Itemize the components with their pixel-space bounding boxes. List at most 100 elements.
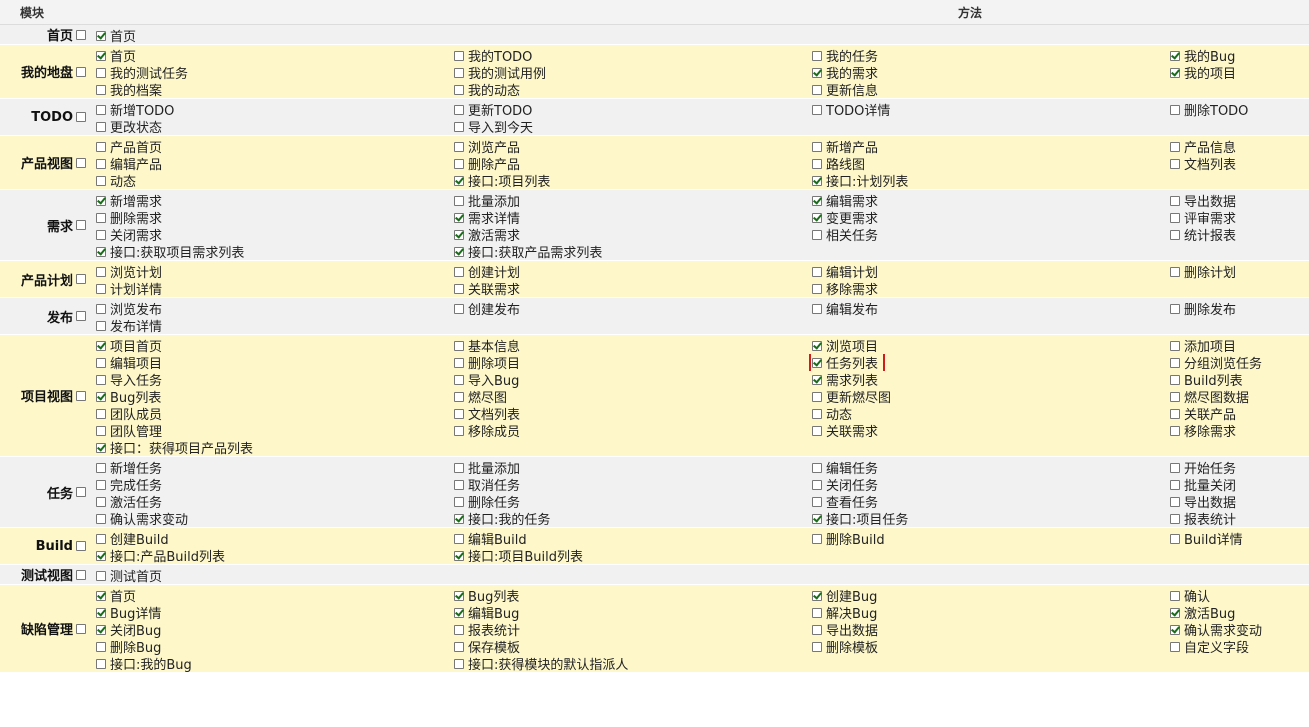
method-item[interactable]: TODO详情 <box>808 101 1166 118</box>
method-checkbox[interactable] <box>1170 104 1180 115</box>
method-item[interactable]: 导出数据 <box>1166 493 1309 510</box>
method-item[interactable]: 移除需求 <box>1166 422 1309 439</box>
method-checkbox[interactable] <box>454 624 464 635</box>
method-checkbox[interactable] <box>1170 462 1180 473</box>
method-item[interactable]: 解决Bug <box>808 604 1166 621</box>
method-checkbox[interactable] <box>96 104 106 115</box>
method-item[interactable]: 移除成员 <box>450 422 808 439</box>
method-checkbox[interactable] <box>1170 340 1180 351</box>
method-item[interactable]: 我的测试用例 <box>450 64 808 81</box>
method-item[interactable]: 团队管理 <box>92 422 450 439</box>
method-checkbox[interactable] <box>454 175 464 186</box>
method-item[interactable]: 浏览产品 <box>450 138 808 155</box>
method-item[interactable]: 取消任务 <box>450 476 808 493</box>
method-checkbox[interactable] <box>1170 479 1180 490</box>
method-checkbox[interactable] <box>96 175 106 186</box>
method-checkbox[interactable] <box>1170 229 1180 240</box>
method-checkbox[interactable] <box>1170 641 1180 652</box>
method-item[interactable]: 添加项目 <box>1166 337 1309 354</box>
method-item[interactable]: 基本信息 <box>450 337 808 354</box>
method-checkbox[interactable] <box>1170 212 1180 223</box>
method-checkbox[interactable] <box>96 550 106 561</box>
method-checkbox[interactable] <box>96 624 106 635</box>
method-item[interactable]: 编辑发布 <box>808 300 1166 317</box>
method-item[interactable]: 激活Bug <box>1166 604 1309 621</box>
method-checkbox[interactable] <box>1170 607 1180 618</box>
method-item[interactable]: 新增TODO <box>92 101 450 118</box>
method-item[interactable]: 接口:我的Bug <box>92 655 450 672</box>
method-item[interactable]: 接口:产品Build列表 <box>92 547 450 564</box>
method-item[interactable]: 接口:获得模块的默认指派人 <box>450 655 808 672</box>
method-checkbox[interactable] <box>96 533 106 544</box>
method-item[interactable]: 我的档案 <box>92 81 450 98</box>
method-checkbox[interactable] <box>812 533 822 544</box>
method-item[interactable]: 激活任务 <box>92 493 450 510</box>
method-item[interactable]: 删除TODO <box>1166 101 1309 118</box>
method-item[interactable]: 导入Bug <box>450 371 808 388</box>
method-item[interactable]: 需求列表 <box>808 371 1166 388</box>
method-item[interactable]: 开始任务 <box>1166 459 1309 476</box>
method-item[interactable]: 变更需求 <box>808 209 1166 226</box>
method-item[interactable]: 删除Build <box>808 530 1166 547</box>
method-item[interactable]: 自定义字段 <box>1166 638 1309 655</box>
method-item[interactable]: 导出数据 <box>1166 192 1309 209</box>
method-checkbox[interactable] <box>96 442 106 453</box>
method-checkbox[interactable] <box>454 340 464 351</box>
method-item[interactable]: 路线图 <box>808 155 1166 172</box>
method-checkbox[interactable] <box>454 479 464 490</box>
method-item[interactable]: 更新信息 <box>808 81 1166 98</box>
method-checkbox[interactable] <box>812 229 822 240</box>
method-item[interactable]: 批量添加 <box>450 459 808 476</box>
module-checkbox[interactable] <box>76 274 86 284</box>
method-item[interactable]: 激活需求 <box>450 226 808 243</box>
method-checkbox[interactable] <box>454 357 464 368</box>
method-item[interactable]: 产品首页 <box>92 138 450 155</box>
method-item[interactable]: 发布详情 <box>92 317 450 334</box>
method-checkbox[interactable] <box>812 141 822 152</box>
method-checkbox[interactable] <box>454 462 464 473</box>
method-item[interactable]: 统计报表 <box>1166 226 1309 243</box>
method-checkbox[interactable] <box>812 607 822 618</box>
method-checkbox[interactable] <box>454 67 464 78</box>
method-checkbox[interactable] <box>454 229 464 240</box>
method-checkbox[interactable] <box>96 283 106 294</box>
method-item[interactable]: 更新TODO <box>450 101 808 118</box>
method-checkbox[interactable] <box>454 533 464 544</box>
method-checkbox[interactable] <box>96 320 106 331</box>
method-checkbox[interactable] <box>96 425 106 436</box>
method-checkbox[interactable] <box>1170 158 1180 169</box>
method-item[interactable]: 编辑产品 <box>92 155 450 172</box>
method-item[interactable]: Bug列表 <box>92 388 450 405</box>
method-item[interactable]: 更改状态 <box>92 118 450 135</box>
method-item[interactable]: 删除Bug <box>92 638 450 655</box>
method-item[interactable]: 关联需求 <box>808 422 1166 439</box>
method-checkbox[interactable] <box>96 50 106 61</box>
method-checkbox[interactable] <box>812 357 822 368</box>
module-checkbox[interactable] <box>76 487 86 497</box>
method-checkbox[interactable] <box>96 513 106 524</box>
method-item[interactable]: 导出数据 <box>808 621 1166 638</box>
method-checkbox[interactable] <box>454 212 464 223</box>
method-item[interactable]: 移除需求 <box>808 280 1166 297</box>
method-item[interactable]: 导入任务 <box>92 371 450 388</box>
method-item[interactable]: 关闭需求 <box>92 226 450 243</box>
method-checkbox[interactable] <box>454 141 464 152</box>
method-checkbox[interactable] <box>812 104 822 115</box>
method-item[interactable]: 删除需求 <box>92 209 450 226</box>
method-checkbox[interactable] <box>812 408 822 419</box>
method-item[interactable]: 我的TODO <box>450 47 808 64</box>
method-item[interactable]: 报表统计 <box>450 621 808 638</box>
method-item[interactable]: Bug列表 <box>450 587 808 604</box>
method-checkbox[interactable] <box>454 158 464 169</box>
method-item[interactable]: 报表统计 <box>1166 510 1309 527</box>
method-checkbox[interactable] <box>96 141 106 152</box>
method-item[interactable]: 编辑Bug <box>450 604 808 621</box>
method-checkbox[interactable] <box>454 391 464 402</box>
method-checkbox[interactable] <box>454 121 464 132</box>
method-checkbox[interactable] <box>812 391 822 402</box>
method-checkbox[interactable] <box>96 195 106 206</box>
method-checkbox[interactable] <box>96 246 106 257</box>
method-item[interactable]: 新增需求 <box>92 192 450 209</box>
method-item[interactable]: 创建计划 <box>450 263 808 280</box>
method-item[interactable]: 更新燃尽图 <box>808 388 1166 405</box>
